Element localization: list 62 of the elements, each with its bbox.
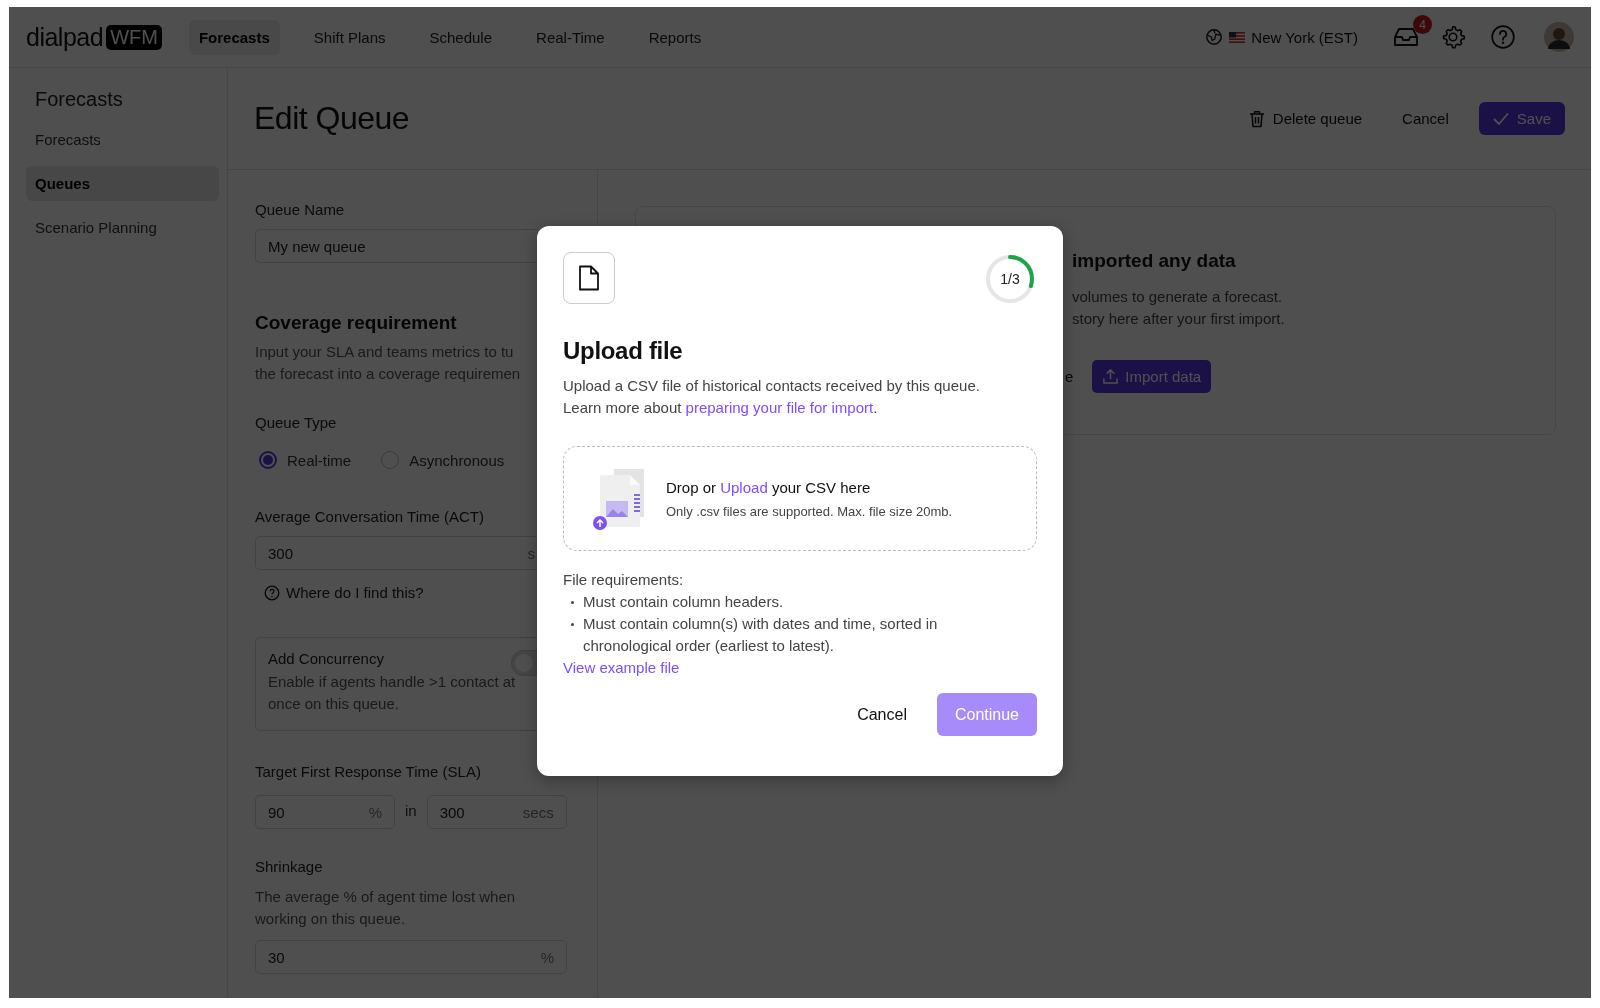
card-title: imported any data [1072,250,1237,272]
file-icon [578,265,600,291]
nav-tab[interactable]: Forecasts [188,19,280,55]
unit-suffix: % [368,803,382,821]
step-progress-ring [983,252,1037,306]
bullet-icon [571,601,574,604]
requirement-item: Must contain column(s) with dates and time, sorted in chronological order (earliest to latest). [583,614,939,656]
settings-icon[interactable] [1440,24,1466,50]
sidebar-title: Forecasts [34,88,124,111]
dialog-title: Upload file [563,337,684,365]
field-label: Queue Name [255,201,345,218]
avatar[interactable] [1544,22,1574,52]
field-label: Shrinkage [255,858,323,875]
step-counter: 1/3 [1000,271,1020,287]
check-icon [1492,111,1509,126]
nav-tab[interactable]: Reports [638,19,712,55]
sidebar-item[interactable]: Scenario Planning [26,210,219,245]
shrinkage-field[interactable]: 30 % [255,940,567,974]
view-example-link[interactable]: View example file [563,657,680,679]
percent-field[interactable]: 90 % [255,795,395,829]
field-label: Average Conversation Time (ACT) [255,508,484,525]
nav-tab[interactable]: Real-Time [526,19,615,55]
timezone-selector[interactable]: New York (EST) [1251,28,1358,46]
link-text[interactable]: e [1065,368,1074,385]
card-description: volumes to generate a forecast. [1072,287,1283,307]
unit-suffix: % [540,948,554,966]
drop-hint: Only .csv files are supported. Max. file size 20mb. [666,503,953,519]
field-label: Target First Response Time (SLA) [255,763,481,780]
flag-icon [1229,31,1246,43]
cancel-button[interactable]: Cancel [1392,102,1459,135]
cancel-button[interactable]: Cancel [847,697,917,732]
delete-queue-button[interactable]: Delete queue [1238,101,1373,136]
requirement-item: Must contain column headers. [583,592,784,612]
page-title: Edit Queue [254,100,410,137]
section-title: Coverage requirement [255,312,457,334]
sidebar-item[interactable]: Forecasts [26,122,219,157]
joiner-text: in [405,801,417,819]
radio-button[interactable] [259,451,277,469]
radio-label: Asynchronous [409,451,505,469]
logo: dialpad WFM [26,22,162,52]
globe-icon[interactable] [1205,28,1224,46]
help-link[interactable]: Where do I find this? [286,584,424,601]
upload-icon [1102,368,1120,385]
card-title: Add Concurrency [268,650,385,667]
bullet-icon [571,623,574,626]
notification-badge: 4 [1413,15,1432,34]
nav-tab[interactable]: Schedule [419,19,503,55]
requirements-title: File requirements: [563,570,685,590]
upload-link[interactable]: Upload [720,478,768,496]
nav-tab[interactable]: Shift Plans [303,19,396,55]
inbox-icon[interactable] [1392,25,1420,49]
dialog-description: Upload a CSV file of historical contacts received by this queue. Learn more about preparing your file for import. [563,376,981,418]
help-icon [264,584,280,601]
queue-name-field[interactable]: My new queue [255,229,537,263]
radio-label: Real-time [287,451,352,469]
help-icon[interactable] [1490,24,1516,50]
card-description: story here after your first import. [1072,309,1285,329]
drop-instruction: Drop or Upload your CSV here [666,478,872,496]
field-label: Queue Type [255,414,337,431]
file-drop-zone[interactable]: Drop or Upload your CSV here Only .csv files are supported. Max. file size 20mb. [563,446,1037,551]
trash-icon [1248,109,1265,128]
sidebar-item[interactable]: Queues [26,166,219,201]
